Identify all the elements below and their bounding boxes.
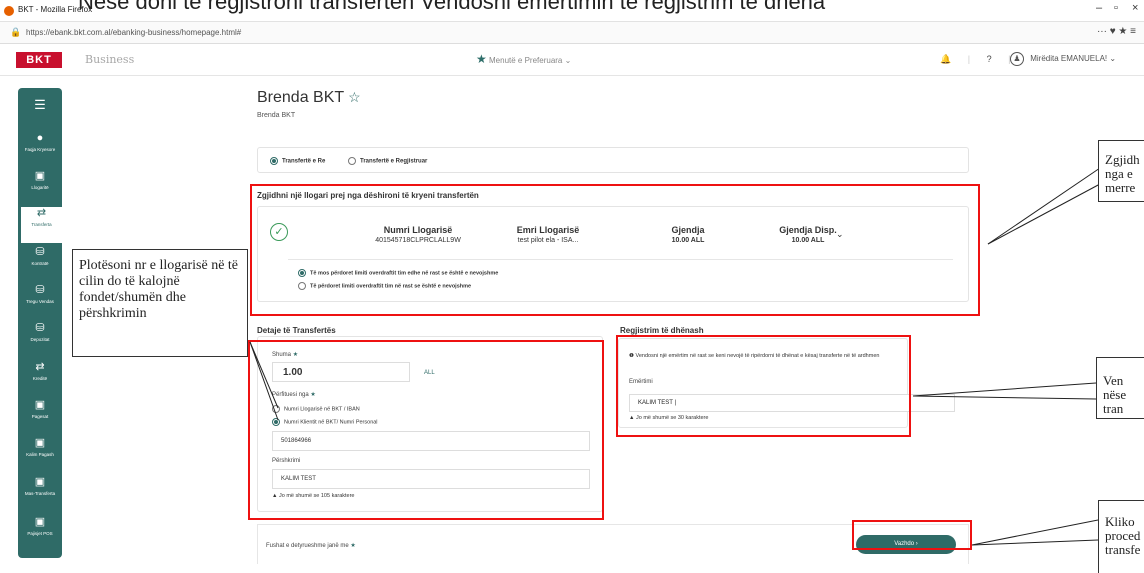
sidebar-item-payments[interactable]: ▣ Pagesat <box>18 399 62 435</box>
callout-left: Plotësoni nr e llogarisë në të cilin do … <box>72 249 248 357</box>
sidebar-item-pos[interactable]: ▣ Pajisjet POS <box>18 516 62 552</box>
sidebar-item-credits[interactable]: ⇄ Kreditë <box>18 361 62 397</box>
sidebar-item-mass-transfer[interactable]: ▣ Mas-Transferta <box>18 476 62 512</box>
firefox-icon <box>4 6 14 16</box>
browser-toolbar-icons[interactable]: ··· ♥ ★ ≡ <box>1097 26 1136 37</box>
registration-section-title: Regjistrim të dhënash <box>620 326 704 335</box>
annotation-box-continue <box>852 520 972 550</box>
sidebar-item-deposits[interactable]: ⛁ Depozitat <box>18 322 62 358</box>
maximize-button[interactable]: ▫ <box>1114 2 1118 14</box>
sidebar-item-home[interactable]: ● Faqja Kryesore <box>18 132 62 168</box>
pos-icon: ▣ <box>34 516 46 528</box>
breadcrumb: Brenda BKT <box>257 112 296 119</box>
window-title-bar: BKT - Mozilla Firefox Nëse doni të regji… <box>0 0 1144 22</box>
header-actions: 🔔 | ? | <box>940 54 1011 64</box>
product-name: Business <box>85 53 135 66</box>
annotation-box-registration <box>616 335 911 437</box>
payroll-icon: ▣ <box>34 437 46 449</box>
market-icon: ⛁ <box>35 284 45 296</box>
details-section-title: Detaje të Transfertës <box>257 326 336 335</box>
sidebar-item-accounts[interactable]: ▣ Llogaritë <box>18 170 62 206</box>
browser-address-bar: 🔒 https://ebank.bkt.com.al/ebanking-busi… <box>0 22 1144 44</box>
hamburger-menu-icon[interactable]: ☰ <box>32 98 48 112</box>
user-greeting: Mirëdita EMANUELA! <box>1030 54 1108 63</box>
notification-bell-icon[interactable]: 🔔 <box>940 54 951 64</box>
radio-registered-transfer[interactable]: Transfertë e Regjistruar <box>348 157 427 165</box>
help-button[interactable]: ? <box>987 54 992 64</box>
app-header: BKT Business ★ Menutë e Preferuara ⌄ 🔔 |… <box>0 44 1144 76</box>
user-avatar-icon: ♟ <box>1010 52 1024 66</box>
annotation-box-account <box>250 184 980 316</box>
mass-transfer-icon: ▣ <box>34 476 46 488</box>
contract-icon: ⛁ <box>35 246 45 258</box>
radio-new-transfer[interactable]: Transfertë e Re <box>270 157 325 165</box>
minimize-button[interactable]: – <box>1096 2 1102 14</box>
credit-icon: ⇄ <box>35 361 45 373</box>
sidebar-item-contracts[interactable]: ⛁ Kontratë <box>18 246 62 282</box>
close-window-button[interactable]: × <box>1132 2 1138 14</box>
callout-bottom-right: Kliko proced transfe <box>1098 500 1144 573</box>
star-icon: ★ <box>476 52 487 66</box>
favorites-menu[interactable]: ★ Menutë e Preferuara ⌄ <box>476 52 571 66</box>
annotation-box-details <box>248 340 604 520</box>
transfer-icon: ⇄ <box>36 207 47 219</box>
favorites-menu-label: Menutë e Preferuara <box>489 56 563 65</box>
sidebar: ☰ ● Faqja Kryesore ▣ Llogaritë ⇄ Transfe… <box>18 88 62 558</box>
callout-mid-right: Ven nëse tran <box>1096 357 1144 419</box>
transfer-type-selector: Transfertë e Re Transfertë e Regjistruar <box>257 147 969 173</box>
payments-icon: ▣ <box>34 399 46 411</box>
page-title: Brenda BKT ☆ <box>257 89 361 106</box>
url-field[interactable]: https://ebank.bkt.com.al/ebanking-busine… <box>26 28 241 37</box>
sidebar-item-payroll[interactable]: ▣ Kalim Pagash <box>18 437 62 473</box>
lock-icon: 🔒 <box>10 27 22 37</box>
user-menu[interactable]: ♟ Mirëdita EMANUELA! ⌄ <box>1010 52 1116 66</box>
app-window: BKT - Mozilla Firefox Nëse doni të regji… <box>0 0 1144 573</box>
callout-top-right: Zgjidh nga e merre <box>1098 140 1144 202</box>
favorite-star-icon[interactable]: ☆ <box>348 89 361 105</box>
mandatory-note: Fushat e detyrueshme janë me ★ <box>266 543 356 549</box>
accounts-icon: ▣ <box>34 170 46 182</box>
sidebar-item-transfers[interactable]: ⇄ Transferta <box>18 207 62 243</box>
deposit-icon: ⛁ <box>35 322 45 334</box>
sidebar-item-market[interactable]: ⛁ Tregu Vendas <box>18 284 62 320</box>
radio-unselected-icon <box>348 157 356 165</box>
chevron-down-icon: ⌄ <box>564 56 572 65</box>
radio-selected-icon <box>270 157 278 165</box>
chevron-down-icon: ⌄ <box>1109 54 1117 63</box>
home-icon: ● <box>36 132 44 144</box>
overlay-instruction-text: Nëse doni të regjistroni transferten Ven… <box>78 0 826 14</box>
required-star-icon: ★ <box>350 543 356 549</box>
bkt-logo[interactable]: BKT <box>16 52 62 68</box>
